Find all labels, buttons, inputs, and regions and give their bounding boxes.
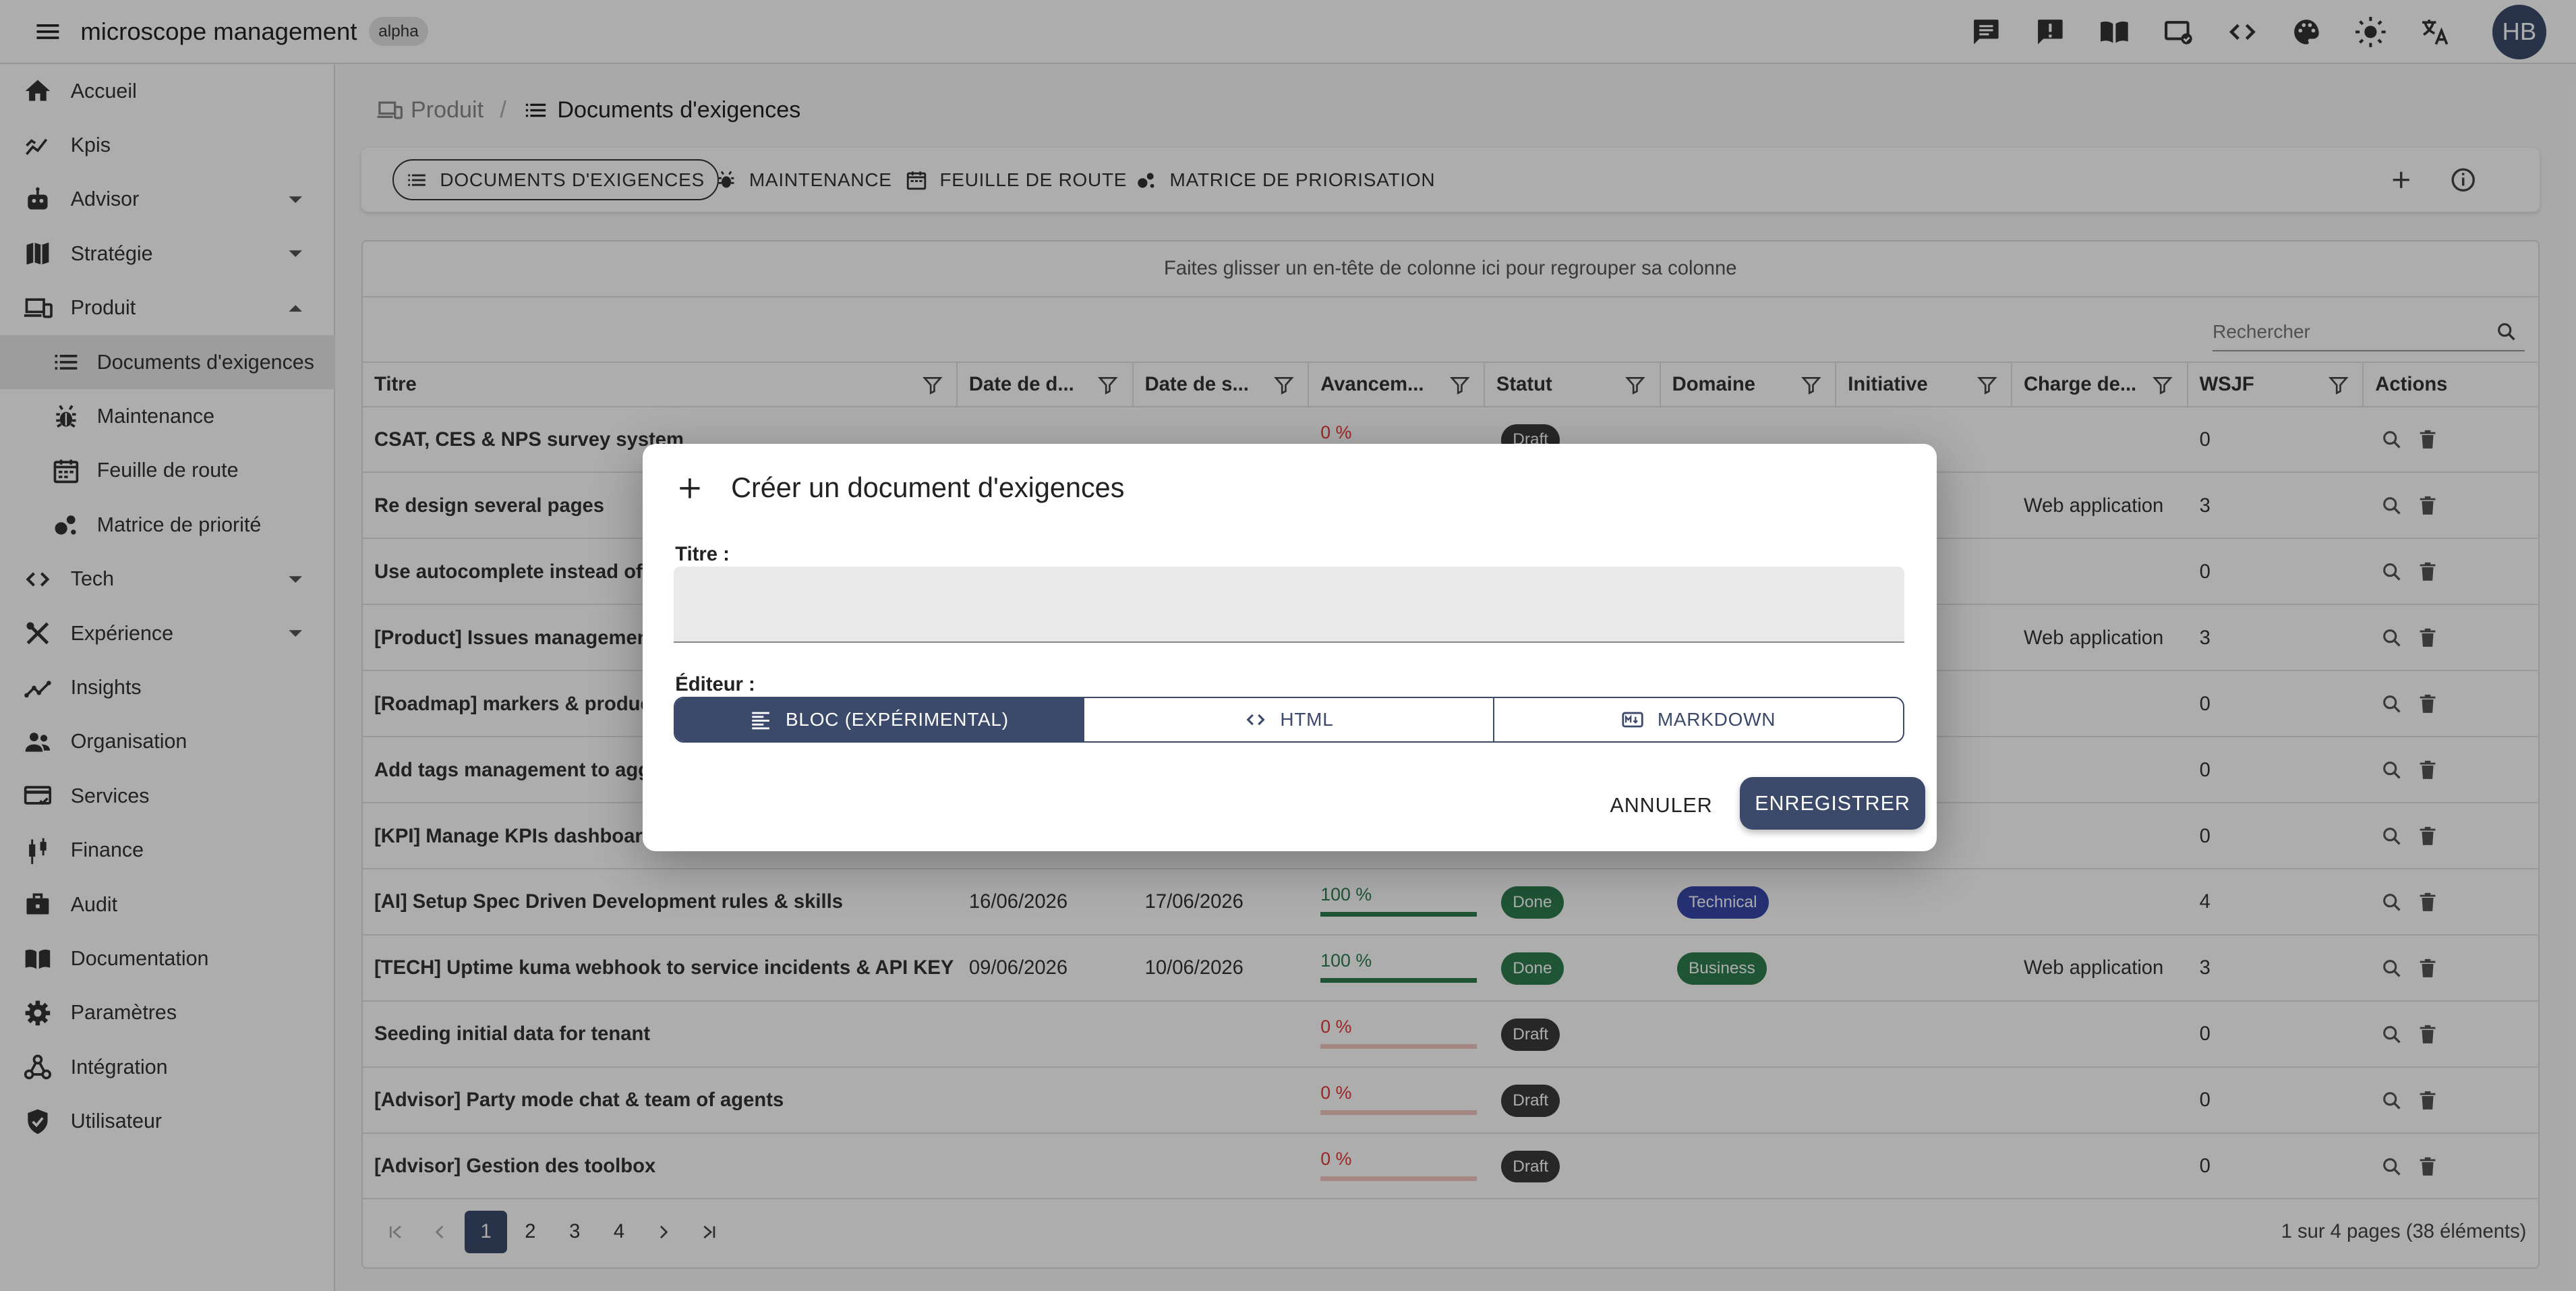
editor-option-bloc[interactable]: BLOC (EXPÉRIMENTAL) bbox=[674, 697, 1085, 742]
dialog-title-text: Créer un document d'exigences bbox=[731, 472, 1125, 504]
editor-toggle-group: BLOC (EXPÉRIMENTAL) HTML MARKDOWN bbox=[673, 696, 1904, 743]
editor-option-label: HTML bbox=[1280, 709, 1334, 730]
editor-option-label: MARKDOWN bbox=[1657, 709, 1776, 730]
code-icon bbox=[1246, 714, 1265, 726]
add-icon bbox=[680, 478, 700, 498]
app-root: microscope management alpha HB Accueil K… bbox=[0, 0, 2576, 1291]
notes-icon bbox=[752, 712, 770, 730]
save-button[interactable]: ENREGISTRER bbox=[1739, 777, 1926, 830]
editor-option-markdown[interactable]: MARKDOWN bbox=[1494, 698, 1903, 741]
markdown-icon bbox=[1622, 712, 1643, 728]
dialog-title: Créer un document d'exigences bbox=[675, 470, 1124, 507]
titre-label: Titre : bbox=[675, 544, 730, 566]
cancel-button[interactable]: ANNULER bbox=[1610, 794, 1712, 817]
editor-option-html[interactable]: HTML bbox=[1084, 697, 1494, 742]
editor-option-label: BLOC (EXPÉRIMENTAL) bbox=[786, 709, 1009, 730]
editeur-label: Éditeur : bbox=[675, 673, 755, 695]
titre-input[interactable] bbox=[673, 567, 1904, 643]
create-document-dialog: Créer un document d'exigences Titre : Éd… bbox=[642, 443, 1937, 851]
